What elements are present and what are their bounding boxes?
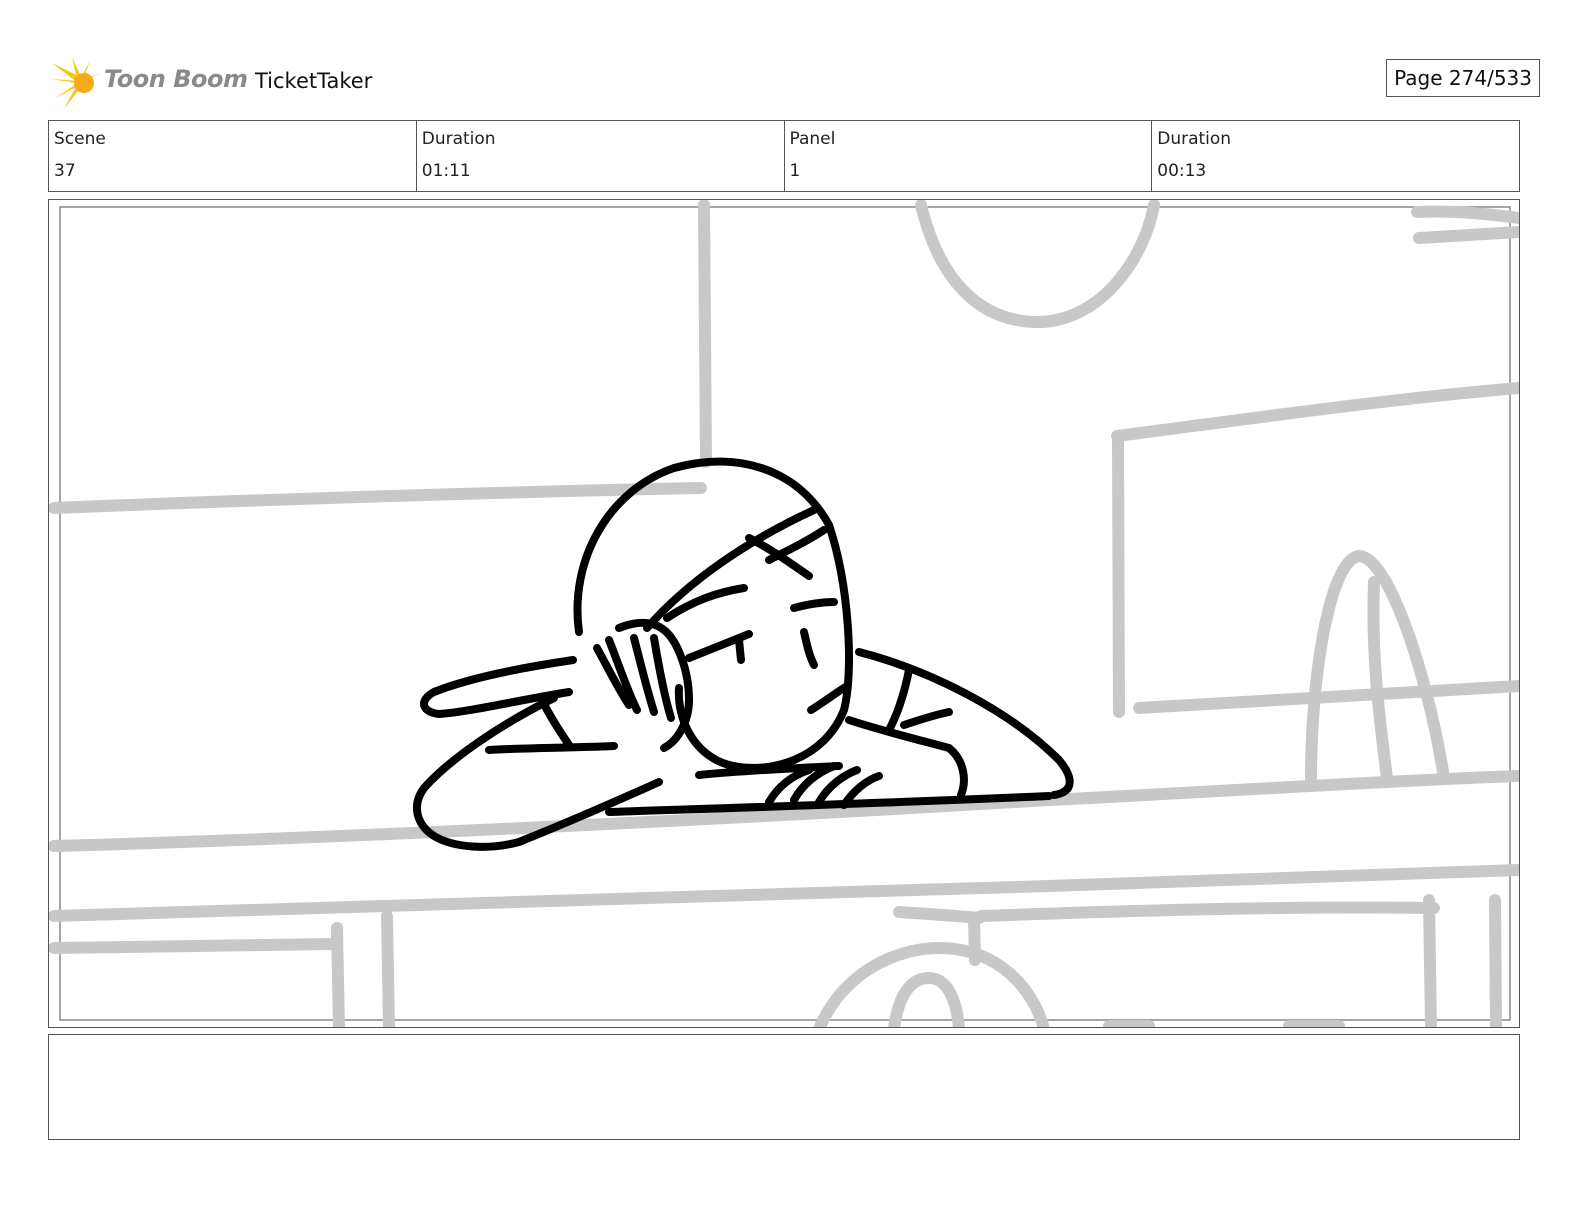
panel-cell: Panel 1	[785, 121, 1153, 191]
toon-boom-logo: Toon Boom	[50, 55, 248, 111]
panel-sketch	[49, 200, 1519, 1027]
scene-value: 37	[54, 161, 76, 181]
scene-duration-label: Duration	[421, 129, 496, 149]
panel-value: 1	[789, 161, 801, 181]
panel-label: Panel	[789, 129, 836, 149]
starburst-icon	[50, 57, 100, 109]
scene-duration-cell: Duration 01:11	[417, 121, 785, 191]
panel-duration-value: 00:13	[1157, 161, 1207, 181]
scene-info-table: Scene 37 Duration 01:11 Panel 1 Duration…	[48, 120, 1520, 192]
scene-label: Scene	[54, 129, 106, 149]
page-header: Toon Boom TicketTaker Page 274/533	[50, 55, 1540, 111]
scene-cell: Scene 37	[49, 121, 417, 191]
logo-text: Toon Boom	[104, 65, 248, 93]
panel-notes	[48, 1034, 1520, 1140]
character-sketch	[412, 457, 1074, 851]
storyboard-panel	[48, 199, 1520, 1028]
background-sketch	[49, 200, 1519, 1027]
panel-duration-label: Duration	[1157, 129, 1232, 149]
project-title: TicketTaker	[255, 69, 373, 93]
panel-duration-cell: Duration 00:13	[1152, 121, 1519, 191]
page-number: Page 274/533	[1386, 59, 1540, 97]
scene-duration-value: 01:11	[421, 161, 471, 181]
